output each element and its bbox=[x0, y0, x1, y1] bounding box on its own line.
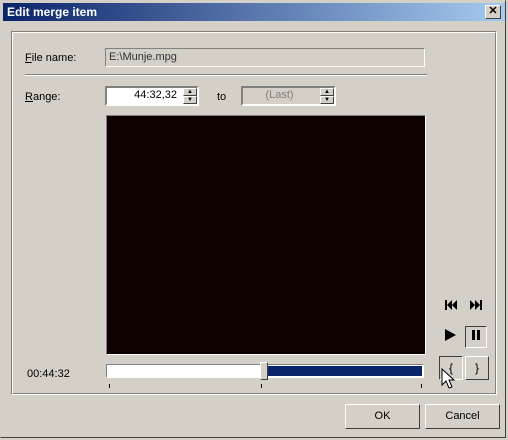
skip-previous-button[interactable] bbox=[441, 296, 461, 316]
title-bar[interactable]: Edit merge item ✕ bbox=[3, 3, 505, 21]
mark-out-label: } bbox=[474, 361, 479, 375]
pause-icon bbox=[472, 330, 480, 340]
range-from-down-button[interactable]: ▼ bbox=[183, 96, 197, 104]
file-name-label: File name: bbox=[25, 52, 77, 64]
mark-out-button[interactable]: } bbox=[465, 356, 489, 380]
slider-tick-current bbox=[261, 384, 262, 388]
slider-tick-start bbox=[109, 384, 110, 388]
range-from-up-button[interactable]: ▲ bbox=[183, 88, 197, 96]
mouse-cursor-icon bbox=[441, 368, 455, 389]
seek-slider-thumb[interactable] bbox=[260, 362, 268, 380]
play-button[interactable] bbox=[440, 327, 460, 347]
range-from-spinner[interactable]: 44:32,32 ▲ ▼ bbox=[105, 86, 199, 106]
range-to-up-button[interactable]: ▲ bbox=[320, 88, 334, 96]
file-name-field: E:\Munje.mpg bbox=[105, 48, 425, 67]
current-time: 00:44:32 bbox=[27, 368, 70, 380]
video-preview bbox=[106, 115, 426, 355]
pause-button[interactable] bbox=[465, 326, 487, 348]
cancel-button[interactable]: Cancel bbox=[425, 404, 500, 429]
range-to-value: (Last) bbox=[265, 89, 294, 101]
ok-button[interactable]: OK bbox=[345, 404, 420, 429]
skip-next-button[interactable] bbox=[466, 296, 486, 316]
window-title: Edit merge item bbox=[7, 5, 98, 19]
range-from-value[interactable]: 44:32,32 bbox=[134, 89, 177, 101]
seek-slider-fill bbox=[265, 366, 422, 376]
close-icon: ✕ bbox=[488, 5, 498, 17]
file-name-value: E:\Munje.mpg bbox=[109, 51, 177, 63]
skip-next-icon bbox=[470, 300, 482, 310]
skip-previous-icon bbox=[445, 300, 457, 310]
play-icon bbox=[445, 329, 456, 341]
slider-tick-end bbox=[421, 384, 422, 388]
close-button[interactable]: ✕ bbox=[485, 5, 501, 19]
range-label: Range: bbox=[25, 91, 61, 103]
range-to-label: to bbox=[217, 91, 227, 103]
range-to-spinner[interactable]: (Last) ▲ ▼ bbox=[241, 86, 336, 106]
range-to-down-button[interactable]: ▼ bbox=[320, 96, 334, 104]
separator bbox=[25, 74, 427, 76]
